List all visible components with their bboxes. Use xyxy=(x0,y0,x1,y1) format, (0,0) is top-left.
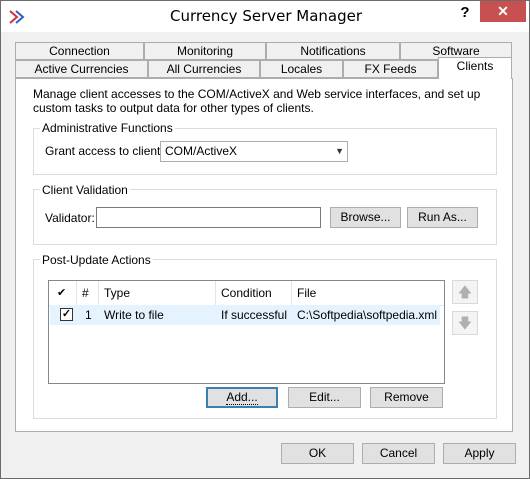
client-validation-title: Client Validation xyxy=(40,183,130,197)
remove-action-button[interactable]: Remove xyxy=(370,387,443,408)
tab-active-currencies[interactable]: Active Currencies xyxy=(15,60,148,78)
chevron-down-icon: ▼ xyxy=(335,146,344,156)
tab-fx-feeds[interactable]: FX Feeds xyxy=(343,60,438,78)
add-action-button[interactable]: Add... xyxy=(206,387,278,408)
tab-label: Locales xyxy=(280,62,323,76)
cancel-button[interactable]: Cancel xyxy=(362,443,435,464)
run-as-label: Run As... xyxy=(418,210,467,224)
row-number: 1 xyxy=(85,308,92,322)
tab-label: Clients xyxy=(456,59,494,73)
row-checkbox[interactable]: ✓ xyxy=(60,308,73,321)
dialog-window: Currency Server Manager ? ✕ Connection M… xyxy=(0,0,530,479)
tab-clients[interactable]: Clients xyxy=(438,57,512,79)
cancel-label: Cancel xyxy=(379,446,418,460)
browse-button[interactable]: Browse... xyxy=(330,207,401,228)
grant-access-select[interactable]: COM/ActiveX ▼ xyxy=(160,141,348,162)
column-header-file[interactable]: File xyxy=(292,281,444,305)
add-label: Add... xyxy=(226,390,258,405)
row-file: C:\Softpedia\softpedia.xml xyxy=(297,308,438,322)
tab-label: Connection xyxy=(49,44,110,58)
post-update-title: Post-Update Actions xyxy=(40,253,153,267)
column-header-type[interactable]: Type xyxy=(99,281,216,305)
tab-label: All Currencies xyxy=(166,62,242,76)
tab-label: Active Currencies xyxy=(34,62,129,76)
arrow-up-icon: 🡅 xyxy=(457,284,473,300)
apply-label: Apply xyxy=(464,446,495,460)
validator-label: Validator: xyxy=(45,211,95,225)
list-header: ✔ # Type Condition File xyxy=(49,281,444,306)
description-text: Manage client accesses to the COM/Active… xyxy=(33,87,481,115)
close-button[interactable]: ✕ xyxy=(480,1,526,22)
validator-input[interactable] xyxy=(96,207,321,228)
column-header-number[interactable]: # xyxy=(77,281,99,305)
post-update-list[interactable]: ✔ # Type Condition File ✓ 1 Write to fil… xyxy=(48,280,445,384)
remove-label: Remove xyxy=(384,390,429,404)
row-type: Write to file xyxy=(104,308,164,322)
tab-monitoring[interactable]: Monitoring xyxy=(144,42,266,60)
tab-connection[interactable]: Connection xyxy=(15,42,144,60)
table-row[interactable]: ✓ 1 Write to file If successful C:\Softp… xyxy=(50,305,440,325)
grant-access-label: Grant access to clients: xyxy=(45,144,170,158)
edit-action-button[interactable]: Edit... xyxy=(288,387,361,408)
ok-button[interactable]: OK xyxy=(281,443,354,464)
edit-label: Edit... xyxy=(309,390,340,404)
grant-access-value: COM/ActiveX xyxy=(165,144,238,158)
tab-label: Monitoring xyxy=(176,44,234,58)
browse-label: Browse... xyxy=(340,210,391,224)
arrow-down-icon: 🡇 xyxy=(457,315,473,331)
help-button[interactable]: ? xyxy=(454,3,476,23)
admin-functions-title: Administrative Functions xyxy=(40,121,175,135)
ok-label: OK xyxy=(308,446,327,460)
title-bar: Currency Server Manager ? ✕ xyxy=(1,1,529,32)
tab-locales[interactable]: Locales xyxy=(260,60,343,78)
tab-label: Software xyxy=(432,44,480,58)
row-condition: If successful xyxy=(221,308,288,322)
move-up-button[interactable]: 🡅 xyxy=(452,280,478,304)
window-title: Currency Server Manager xyxy=(169,7,363,25)
tab-label: FX Feeds xyxy=(364,62,417,76)
run-as-button[interactable]: Run As... xyxy=(407,207,478,228)
tab-all-currencies[interactable]: All Currencies xyxy=(148,60,260,78)
tab-label: Notifications xyxy=(300,44,366,58)
tab-notifications[interactable]: Notifications xyxy=(266,42,400,60)
column-header-condition[interactable]: Condition xyxy=(216,281,292,305)
column-header-check[interactable]: ✔ xyxy=(49,281,77,305)
move-down-button[interactable]: 🡇 xyxy=(452,311,478,335)
apply-button[interactable]: Apply xyxy=(443,443,516,464)
